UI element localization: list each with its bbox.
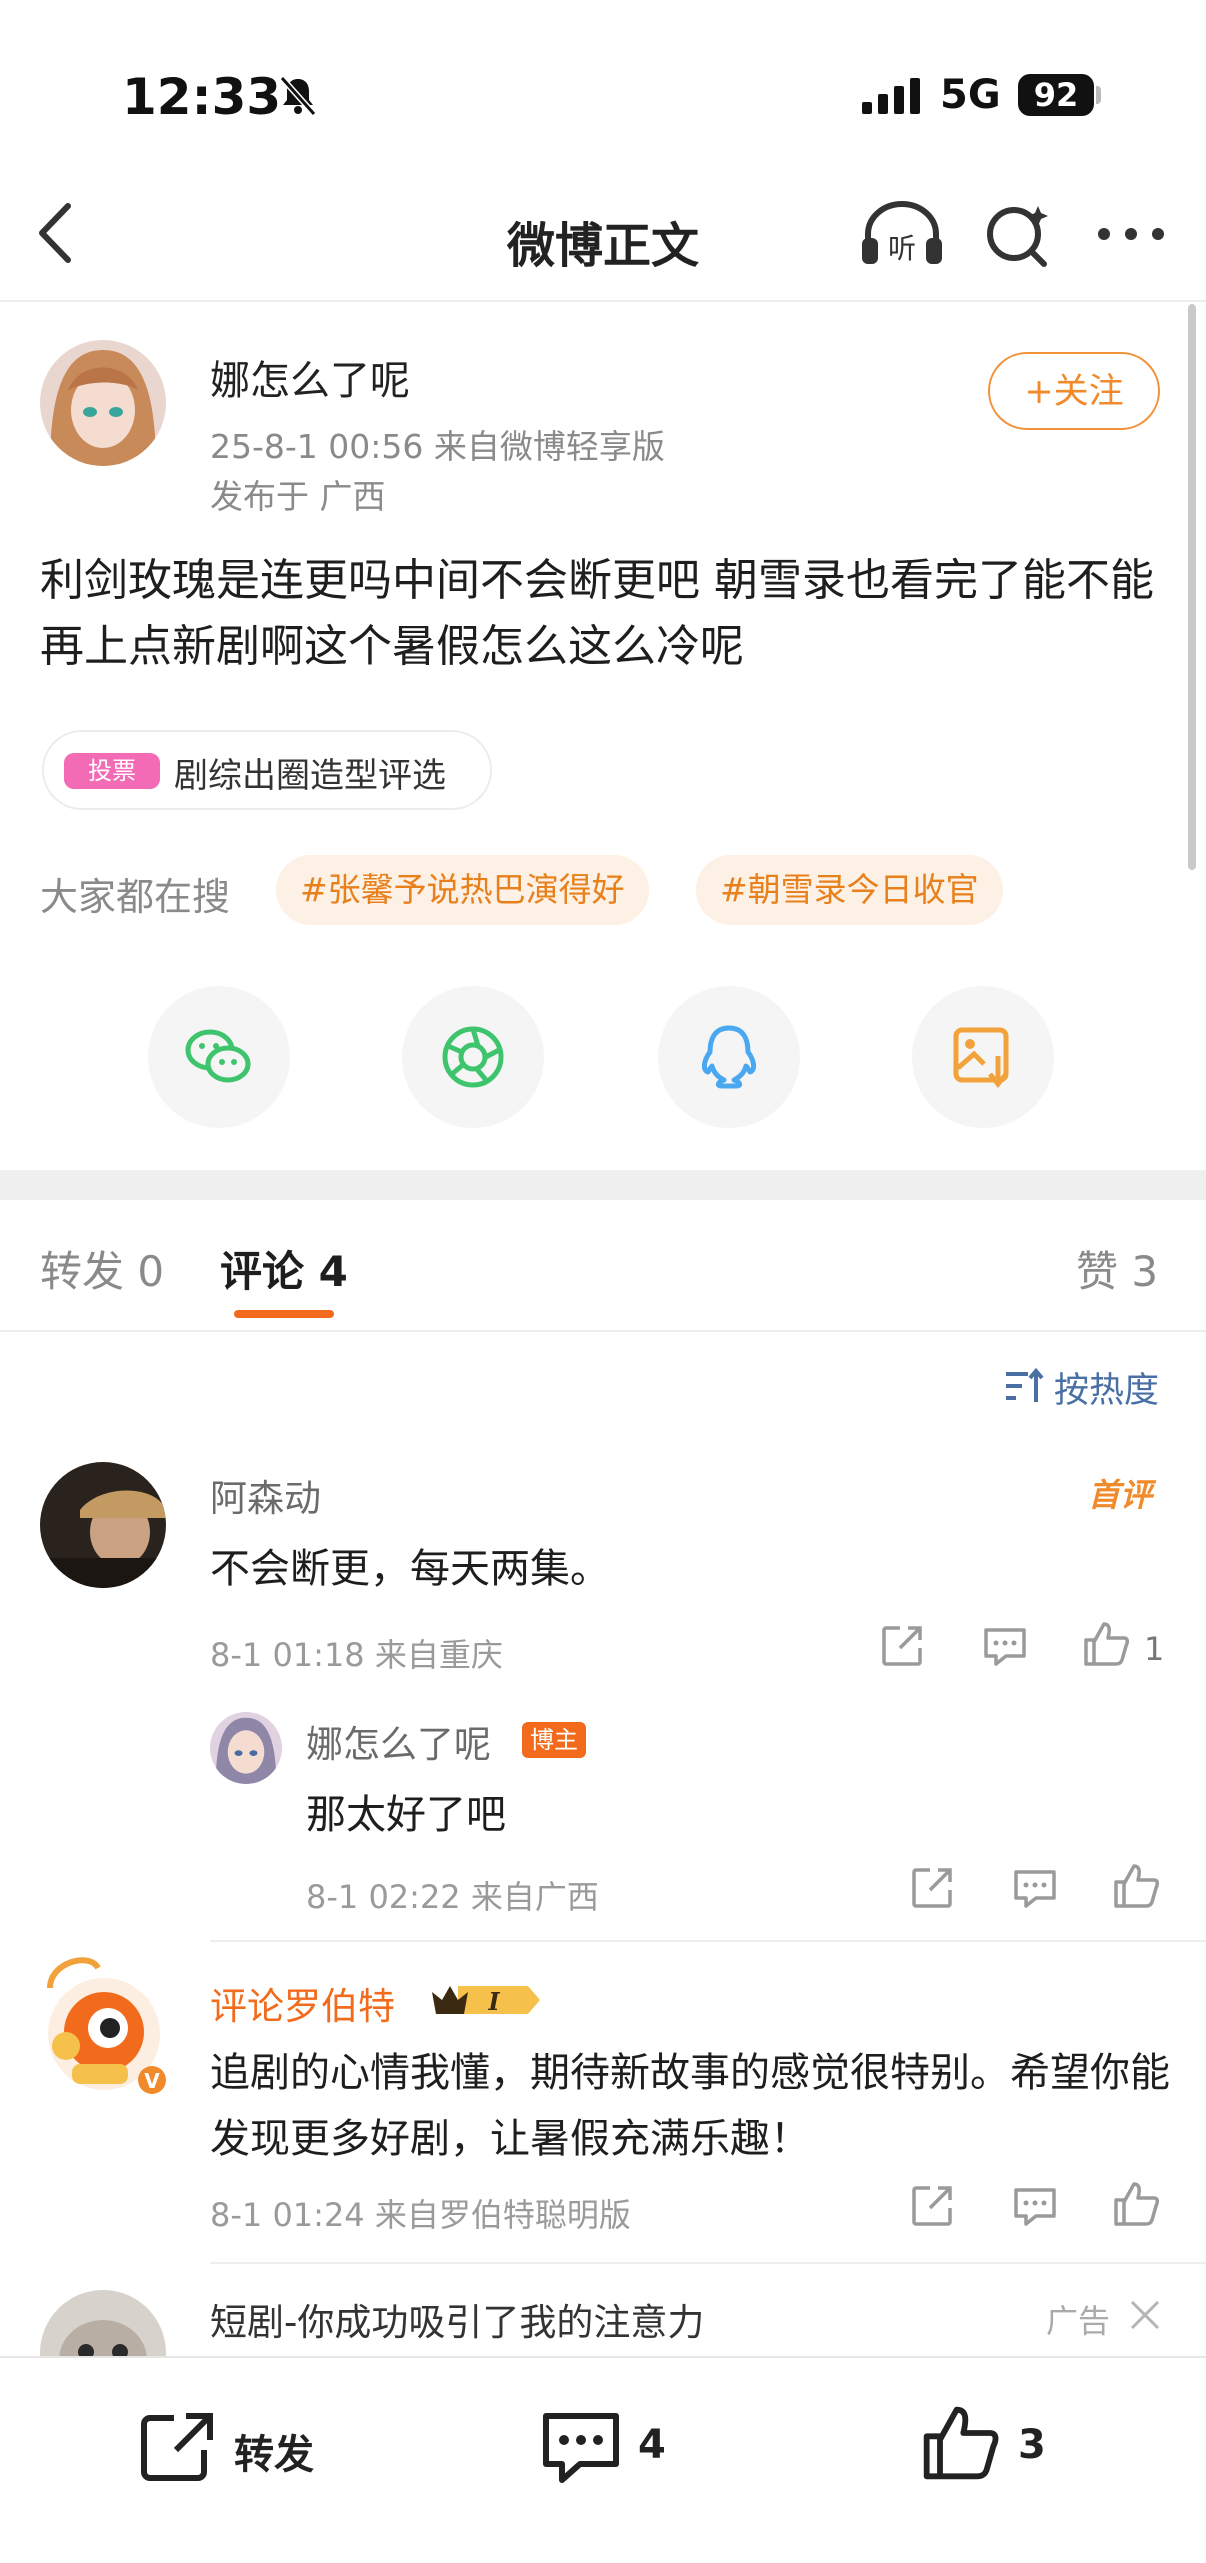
more-dots-icon [1098, 228, 1164, 240]
comment-meta: 8-1 01:18 来自重庆 [210, 1636, 503, 1674]
comment-text: 追剧的心情我懂，期待新故事的感觉很特别。希望你能发现更多好剧，让暑假充满乐趣！ [210, 2050, 1170, 2162]
like-comment-icon[interactable] [1112, 2180, 1160, 2232]
comment-action[interactable] [540, 2410, 622, 2490]
tab-likes[interactable]: 赞 3 [1076, 1238, 1158, 1299]
share-comment-icon[interactable] [910, 2184, 954, 2232]
comment-meta: 8-1 01:24 来自罗伯特聪明版 [210, 2196, 631, 2234]
nav-divider [0, 300, 1206, 302]
post-location: 发布于 广西 [210, 477, 386, 516]
like-comment-icon[interactable] [1082, 1620, 1130, 1672]
like-reply-icon[interactable] [1112, 1862, 1160, 1914]
vote-label: 剧综出圈造型评选 [174, 756, 446, 796]
tab-repost[interactable]: 转发 0 [40, 1238, 164, 1299]
save-image-button[interactable] [912, 986, 1054, 1128]
cellular-signal-icon [862, 78, 928, 118]
author-name[interactable]: 娜怎么了呢 [210, 348, 410, 406]
post-text: 利剑玫瑰是连更吗中间不会断更吧 朝雪录也看完了能不能再上点新剧啊这个暑假怎么这么… [40, 555, 1154, 672]
status-time: 12:33 [122, 68, 282, 126]
follow-button[interactable]: +关注 [988, 352, 1160, 430]
member-crown-icon: I [428, 1980, 544, 2024]
comment-count: 4 [638, 2422, 666, 2468]
like-action[interactable] [920, 2402, 1000, 2488]
comment-divider [210, 1940, 1206, 1942]
more-button[interactable] [1096, 224, 1166, 248]
repost-action[interactable] [138, 2410, 218, 2490]
reply-author-name[interactable]: 娜怎么了呢 [306, 1714, 491, 1768]
ad-title[interactable]: 短剧-你成功吸引了我的注意力 [210, 2292, 704, 2346]
author-avatar[interactable] [40, 340, 166, 466]
bottom-action-bar: 转发 4 3 [0, 2356, 1206, 2563]
commenter-name[interactable]: 评论罗伯特 [210, 1976, 395, 2030]
close-ad-icon[interactable] [1128, 2298, 1162, 2336]
share-wechat-button[interactable] [148, 986, 290, 1128]
comment-text: 不会断更，每天两集。 [210, 1546, 610, 1592]
comment-divider [210, 2262, 1206, 2264]
thumbs-up-icon [923, 2406, 999, 2480]
share-comment-icon[interactable] [880, 1624, 924, 1672]
trending-label: 大家都在搜 [40, 875, 231, 919]
svg-text:听: 听 [888, 232, 916, 265]
commenter-name[interactable]: 阿森动 [210, 1468, 321, 1522]
trending-tag[interactable]: #张馨予说热巴演得好 [276, 855, 649, 925]
repost-icon [141, 2413, 213, 2481]
like-count: 3 [1018, 2422, 1046, 2468]
section-gap [0, 1170, 1206, 1200]
battery-nub [1096, 86, 1101, 104]
trending-tag[interactable]: #朝雪录今日收官 [696, 855, 1003, 925]
sort-icon[interactable] [1004, 1366, 1044, 1410]
share-qq-button[interactable] [658, 986, 800, 1128]
share-reply-icon[interactable] [910, 1866, 954, 1914]
headphones-icon: 听 [862, 201, 942, 265]
blogger-badge: 博主 [522, 1722, 586, 1758]
save-image-icon [953, 1027, 1009, 1089]
first-comment-badge: 首评 [1088, 1476, 1153, 1514]
share-moments-button[interactable] [402, 986, 544, 1128]
qq-icon [701, 1025, 757, 1089]
active-tab-indicator [234, 1310, 334, 1318]
listen-button[interactable]: 听 [860, 200, 944, 272]
commenter-avatar[interactable] [40, 1462, 166, 1588]
reply-meta: 8-1 02:22 来自广西 [306, 1878, 599, 1916]
svg-text:V: V [144, 2069, 160, 2093]
reply-comment-icon[interactable] [982, 1626, 1028, 1672]
reply-comment-icon[interactable] [1012, 2186, 1058, 2232]
battery-indicator: 92 [1018, 74, 1094, 116]
robot-avatar[interactable]: V [36, 1948, 172, 2100]
reply-text: 那太好了吧 [306, 1792, 506, 1838]
svg-text:I: I [487, 1987, 500, 2016]
comment-icon [543, 2413, 619, 2483]
reply-avatar[interactable] [210, 1712, 282, 1784]
network-type: 5G [940, 72, 1001, 118]
scrollbar[interactable] [1188, 304, 1196, 870]
vote-chip[interactable]: 投票 剧综出圈造型评选 [42, 730, 492, 810]
sort-label[interactable]: 按热度 [1054, 1362, 1159, 1413]
moments-icon [442, 1026, 504, 1088]
comment-like-count: 1 [1144, 1630, 1165, 1668]
tabs-divider [0, 1330, 1206, 1332]
repost-label[interactable]: 转发 [234, 2422, 314, 2480]
ad-label: 广告 [1046, 2302, 1111, 2340]
reply-to-reply-icon[interactable] [1012, 1868, 1058, 1914]
search-button[interactable] [982, 200, 1052, 274]
wechat-icon [185, 1029, 251, 1083]
post-timestamp-source: 25-8-1 00:56 来自微博轻享版 [210, 427, 665, 466]
tab-comments[interactable]: 评论 4 [220, 1238, 348, 1299]
mute-bell-icon [276, 74, 320, 122]
search-icon [987, 206, 1048, 267]
vote-badge: 投票 [64, 753, 160, 789]
